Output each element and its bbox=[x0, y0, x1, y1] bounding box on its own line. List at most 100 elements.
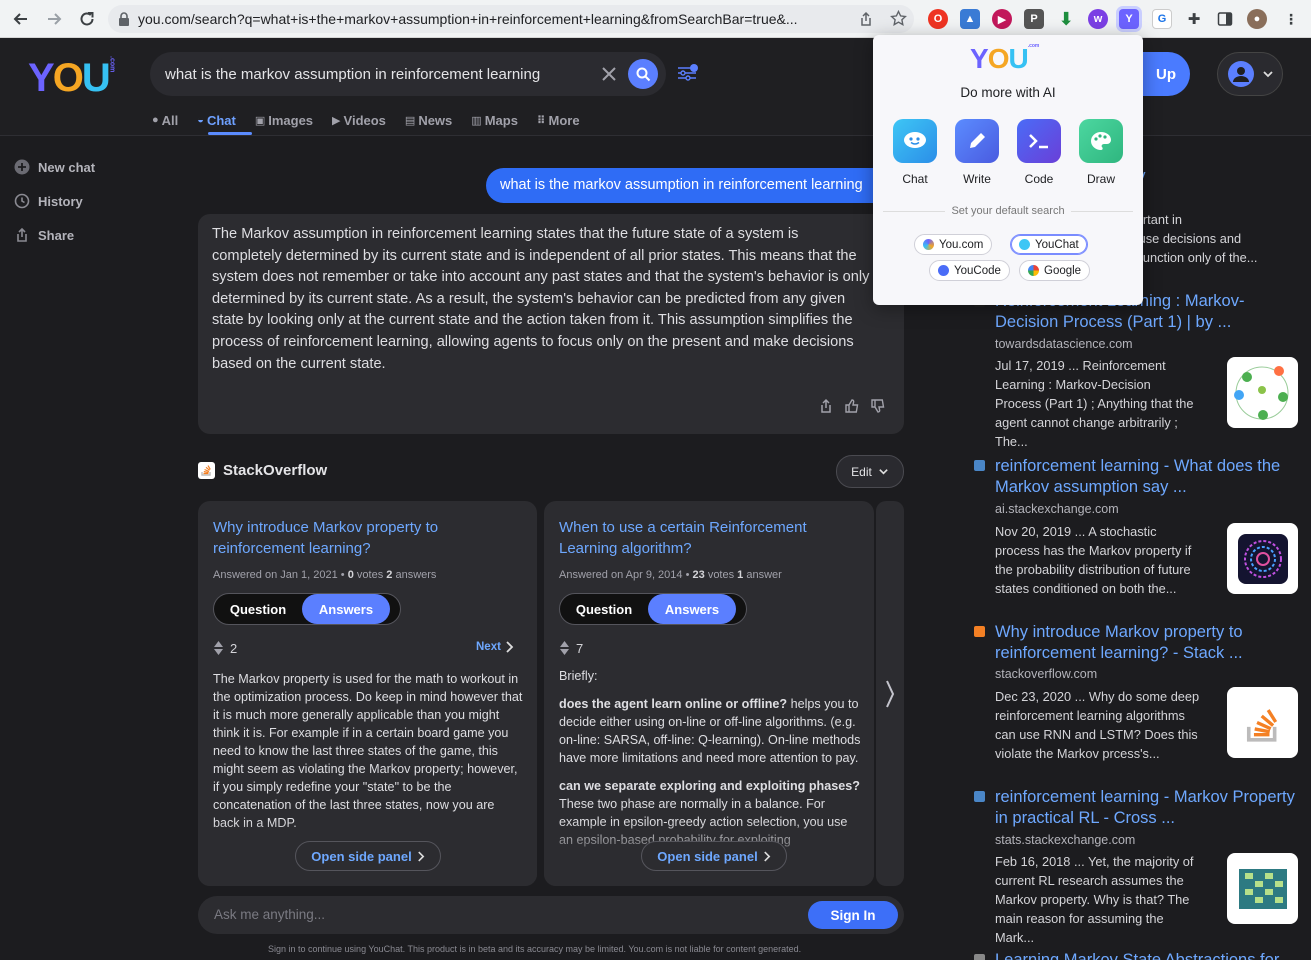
engine-option-youchat[interactable]: YouChat bbox=[1010, 234, 1088, 255]
edit-apps-button[interactable]: Edit bbox=[836, 455, 904, 488]
open-side-panel-button[interactable]: Open side panel bbox=[641, 841, 787, 871]
vote-count: 23 bbox=[692, 569, 705, 581]
score-value: 7 bbox=[576, 640, 584, 656]
download-extension-icon[interactable]: ⬇ bbox=[1056, 9, 1076, 29]
you-logo[interactable]: YOU.com bbox=[28, 56, 116, 101]
tab-maps[interactable]: ▥ Maps bbox=[471, 110, 518, 130]
sidepanel-button[interactable] bbox=[1215, 9, 1235, 29]
play-extension-icon[interactable]: ▶ bbox=[992, 9, 1012, 29]
tab-images[interactable]: ▣ Images bbox=[255, 110, 313, 130]
snippet-line: mportant in bbox=[1118, 212, 1183, 227]
palette-icon bbox=[1079, 119, 1123, 163]
sidebar-item-history[interactable]: History bbox=[14, 193, 83, 209]
tab-more[interactable]: ⠿ More bbox=[537, 110, 580, 130]
result-thumbnail[interactable] bbox=[1227, 357, 1298, 428]
chevron-right-icon bbox=[506, 641, 514, 653]
edit-label: Edit bbox=[851, 464, 872, 479]
answer-body: The Markov property is used for the math… bbox=[213, 672, 523, 830]
next-answer-button[interactable]: Next bbox=[476, 641, 514, 653]
thumbs-down-icon[interactable] bbox=[870, 398, 886, 414]
tab-videos[interactable]: ▶ Videos bbox=[332, 110, 386, 130]
result-title-link[interactable]: reinforcement learning - What does the M… bbox=[995, 456, 1305, 498]
filters-button[interactable] bbox=[676, 64, 700, 82]
puzzle-icon[interactable]: ✚ bbox=[1184, 9, 1204, 29]
you-extension-icon[interactable]: Y bbox=[1119, 9, 1139, 29]
tab-news[interactable]: ▤ News bbox=[405, 110, 452, 130]
account-menu-button[interactable] bbox=[1217, 52, 1283, 96]
tool-label: Code bbox=[1024, 172, 1054, 186]
tab-chat[interactable]: ◒ Chat bbox=[197, 110, 236, 130]
engine-option-you[interactable]: You.com bbox=[914, 234, 993, 255]
web-result: Reinforcement Learning : Markov-Decision… bbox=[972, 291, 1302, 449]
chat-input[interactable]: Ask me anything... bbox=[214, 907, 325, 922]
map-icon: ▥ bbox=[471, 114, 482, 127]
search-submit-button[interactable] bbox=[628, 59, 658, 89]
carousel-next-button[interactable] bbox=[876, 501, 904, 886]
answer-actions bbox=[818, 398, 886, 414]
chat-input-box[interactable]: Ask me anything... Sign In bbox=[198, 896, 904, 934]
tool-chat[interactable]: Chat bbox=[893, 119, 937, 186]
logo-letter-u: U bbox=[81, 56, 111, 100]
engine-option-google[interactable]: Google bbox=[1019, 260, 1091, 281]
sidebar-item-share[interactable]: Share bbox=[14, 227, 74, 243]
star-icon bbox=[890, 10, 907, 26]
question-title-link[interactable]: When to use a certain Reinforcement Lear… bbox=[559, 517, 859, 559]
tool-code[interactable]: Code bbox=[1017, 119, 1061, 186]
search-extension-icon[interactable]: G bbox=[1152, 9, 1172, 29]
back-button[interactable] bbox=[10, 8, 32, 30]
result-title-link[interactable]: erty bbox=[1118, 166, 1311, 187]
sidebar-item-new-chat[interactable]: New chat bbox=[14, 159, 95, 175]
opera-extension-icon[interactable]: O bbox=[928, 9, 948, 29]
graduation-extension-icon[interactable]: ▲ bbox=[960, 9, 980, 29]
tab-label: More bbox=[548, 112, 580, 128]
history-icon bbox=[14, 193, 30, 209]
result-title-link[interactable]: Why introduce Markov property to reinfor… bbox=[995, 622, 1305, 664]
snippet-line: e a function only of the... bbox=[1118, 250, 1258, 265]
profile-avatar[interactable]: ● bbox=[1247, 9, 1267, 29]
engine-option-youcode[interactable]: YouCode bbox=[929, 260, 1010, 281]
result-thumbnail[interactable] bbox=[1227, 523, 1298, 594]
web-result: Why introduce Markov property to reinfor… bbox=[972, 622, 1302, 772]
search-box[interactable]: what is the markov assumption in reinfor… bbox=[150, 52, 666, 96]
forward-button[interactable] bbox=[43, 8, 65, 30]
vote-count: 0 bbox=[347, 569, 354, 581]
logo-letter-u: U bbox=[1008, 43, 1028, 74]
tool-write[interactable]: Write bbox=[955, 119, 999, 186]
question-tab[interactable]: Question bbox=[560, 594, 648, 624]
graph-thumbnail-icon bbox=[1234, 366, 1289, 420]
menu-icon[interactable]: ⋮ bbox=[1284, 11, 1298, 28]
answer-paragraph: does the agent learn online or offline? … bbox=[559, 695, 864, 767]
tab-all[interactable]: ● All bbox=[152, 110, 178, 130]
user-avatar-icon bbox=[1228, 61, 1254, 87]
result-title-link[interactable]: reinforcement learning - Markov Property… bbox=[995, 787, 1305, 829]
question-title-link[interactable]: Why introduce Markov property to reinfor… bbox=[213, 517, 513, 559]
result-snippet: Nov 20, 2019 ... A stochastic process ha… bbox=[995, 524, 1192, 596]
bookmark-button[interactable] bbox=[890, 10, 907, 27]
result-thumbnail[interactable] bbox=[1227, 687, 1298, 758]
tool-draw[interactable]: Draw bbox=[1079, 119, 1123, 186]
share-icon[interactable] bbox=[818, 398, 834, 414]
reload-button[interactable] bbox=[76, 8, 98, 30]
answers-tab[interactable]: Answers bbox=[648, 594, 736, 624]
result-thumbnail[interactable] bbox=[1227, 853, 1298, 924]
w-extension-icon[interactable]: w bbox=[1088, 9, 1108, 29]
address-bar[interactable]: you.com/search?q=what+is+the+markov+assu… bbox=[108, 5, 914, 33]
question-tab[interactable]: Question bbox=[214, 594, 302, 624]
search-input[interactable]: what is the markov assumption in reinfor… bbox=[165, 66, 540, 83]
question-answers-toggle: Question Answers bbox=[213, 593, 401, 625]
signin-button[interactable]: Sign In bbox=[808, 901, 898, 929]
open-panel-label: Open side panel bbox=[657, 848, 758, 864]
open-side-panel-button[interactable]: Open side panel bbox=[295, 841, 441, 871]
answers-tab[interactable]: Answers bbox=[302, 594, 390, 624]
clear-search-button[interactable] bbox=[600, 65, 618, 83]
lock-icon bbox=[119, 12, 129, 26]
chat-icon: ◒ bbox=[197, 114, 204, 126]
p-extension-icon[interactable]: P bbox=[1024, 9, 1044, 29]
tab-label: Images bbox=[268, 112, 314, 128]
result-title-link[interactable]: Learning Markov State Abstractions for .… bbox=[995, 950, 1302, 960]
result-snippet: Dec 23, 2020 ... Why do some deep reinfo… bbox=[995, 689, 1200, 761]
answers-label: answers bbox=[395, 569, 437, 581]
answer-bold-text: can we separate exploring and exploiting… bbox=[559, 779, 860, 793]
thumbs-up-icon[interactable] bbox=[844, 398, 860, 414]
share-page-button[interactable] bbox=[858, 11, 874, 27]
